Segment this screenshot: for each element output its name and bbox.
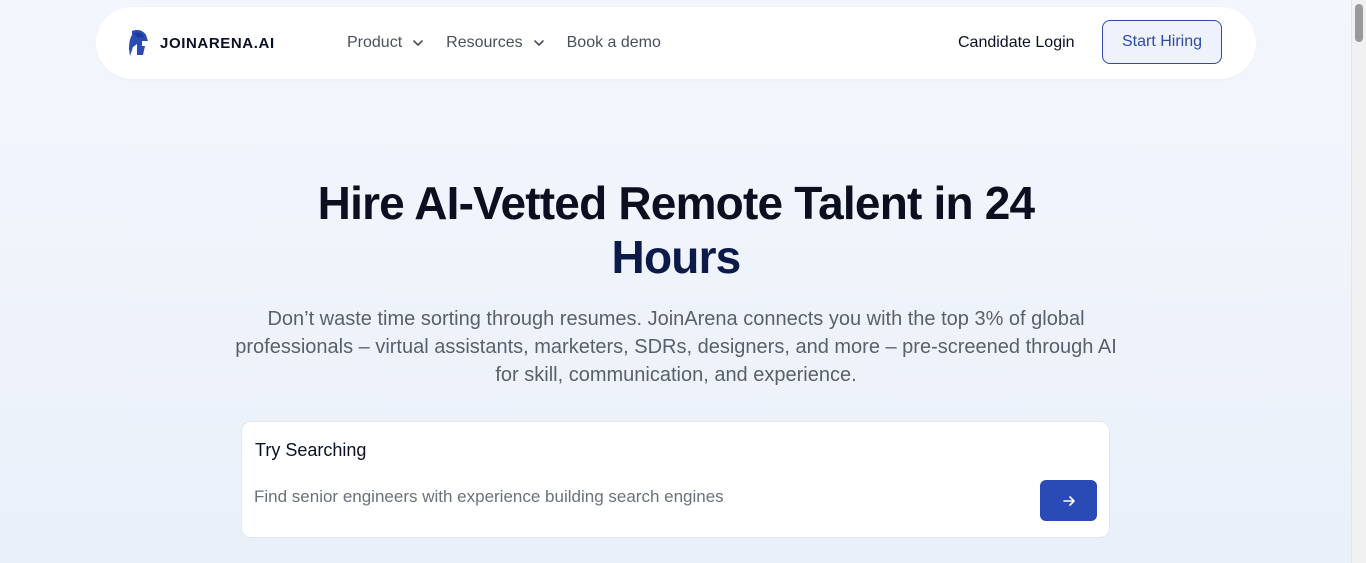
brand-name: JOINARENA.AI bbox=[160, 34, 275, 52]
hero-subtitle: Don’t waste time sorting through resumes… bbox=[235, 308, 1117, 386]
hero-title: Hire AI-Vetted Remote Talent in 24 Hours bbox=[0, 176, 1352, 284]
hero-title-line-1: Hire AI-Vetted Remote Talent in 24 bbox=[317, 177, 1035, 229]
nav-item-label: Resources bbox=[446, 34, 523, 51]
top-navbar: JOINARENA.AI Product Resources Book a de… bbox=[96, 7, 1256, 79]
candidate-login-link[interactable]: Candidate Login bbox=[958, 7, 1075, 79]
nav-item-label: Product bbox=[347, 34, 403, 51]
spartan-helmet-icon bbox=[129, 30, 148, 56]
nav-links: Product Resources Book a demo bbox=[347, 7, 683, 79]
chevron-down-icon bbox=[413, 40, 423, 46]
page-scrollbar[interactable] bbox=[1351, 0, 1366, 563]
brand-logo[interactable]: JOINARENA.AI bbox=[128, 29, 275, 57]
search-label: Try Searching bbox=[255, 440, 367, 460]
hero-title-line-2: Hours bbox=[611, 231, 742, 283]
nav-item-resources[interactable]: Resources bbox=[446, 34, 544, 52]
arrow-right-icon bbox=[1062, 495, 1075, 506]
search-submit-button[interactable] bbox=[1040, 480, 1097, 521]
search-card: Try Searching bbox=[241, 421, 1110, 538]
nav-item-product[interactable]: Product bbox=[347, 34, 424, 52]
nav-item-book-demo[interactable]: Book a demo bbox=[567, 34, 661, 52]
nav-item-label: Book a demo bbox=[566, 34, 661, 51]
scrollbar-thumb[interactable] bbox=[1355, 4, 1363, 42]
search-input[interactable] bbox=[254, 484, 1024, 510]
page: JOINARENA.AI Product Resources Book a de… bbox=[0, 0, 1352, 563]
chevron-down-icon bbox=[533, 40, 544, 46]
start-hiring-button[interactable]: Start Hiring bbox=[1102, 20, 1222, 64]
